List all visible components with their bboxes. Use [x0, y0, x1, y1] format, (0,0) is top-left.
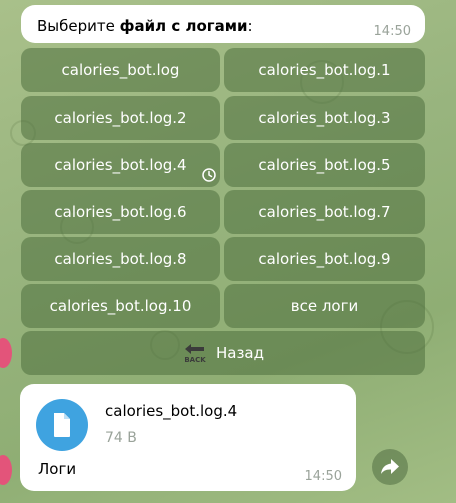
- keyboard-button-log-7[interactable]: calories_bot.log.7: [224, 190, 425, 234]
- forward-arrow-icon: [381, 459, 399, 474]
- keyboard-button-log-6[interactable]: calories_bot.log.6: [21, 190, 220, 234]
- message-time: 14:50: [373, 24, 411, 39]
- file-message: calories_bot.log.4 74 B Логи 14:50: [20, 384, 356, 491]
- button-label: calories_bot.log: [61, 61, 180, 79]
- button-label: calories_bot.log.3: [258, 109, 391, 127]
- file-name[interactable]: calories_bot.log.4: [105, 402, 237, 420]
- keyboard-button-log-5[interactable]: calories_bot.log.5: [224, 143, 425, 187]
- message-prefix: Выберите: [37, 17, 120, 35]
- button-label: calories_bot.log.10: [49, 297, 192, 315]
- button-label: calories_bot.log.1: [258, 61, 391, 79]
- file-caption: Логи: [38, 460, 77, 478]
- button-label: calories_bot.log.4: [54, 156, 187, 174]
- avatar[interactable]: [0, 338, 12, 368]
- document-icon: [54, 413, 70, 437]
- back-arrow-icon: BACK: [184, 344, 206, 364]
- button-label: calories_bot.log.9: [258, 250, 391, 268]
- keyboard-button-log-3[interactable]: calories_bot.log.3: [224, 96, 425, 140]
- button-label: calories_bot.log.8: [54, 250, 187, 268]
- button-label: все логи: [290, 297, 359, 315]
- button-label: calories_bot.log.6: [54, 203, 187, 221]
- button-label: calories_bot.log.7: [258, 203, 391, 221]
- button-label: calories_bot.log.2: [54, 109, 187, 127]
- back-label: Назад: [215, 344, 264, 362]
- message-suffix: :: [247, 17, 253, 35]
- clock-icon: [202, 168, 216, 182]
- keyboard-button-log[interactable]: calories_bot.log: [21, 48, 220, 92]
- message-bold: файл с логами: [119, 17, 248, 35]
- bot-message: Выберите файл с логами: 14:50: [21, 5, 425, 43]
- back-button[interactable]: BACK Назад: [21, 331, 425, 375]
- forward-button[interactable]: [372, 449, 408, 485]
- file-size: 74 B: [105, 430, 137, 446]
- file-download-button[interactable]: [36, 399, 88, 451]
- back-icon-text: BACK: [184, 356, 206, 364]
- avatar[interactable]: [0, 455, 12, 485]
- keyboard-button-log-4[interactable]: calories_bot.log.4: [21, 143, 220, 187]
- keyboard-button-log-1[interactable]: calories_bot.log.1: [224, 48, 425, 92]
- keyboard-button-log-10[interactable]: calories_bot.log.10: [21, 284, 220, 328]
- keyboard-button-all-logs[interactable]: все логи: [224, 284, 425, 328]
- button-label: calories_bot.log.5: [258, 156, 391, 174]
- keyboard-button-log-8[interactable]: calories_bot.log.8: [21, 237, 220, 281]
- message-time: 14:50: [304, 469, 342, 484]
- keyboard-button-log-9[interactable]: calories_bot.log.9: [224, 237, 425, 281]
- keyboard-button-log-2[interactable]: calories_bot.log.2: [21, 96, 220, 140]
